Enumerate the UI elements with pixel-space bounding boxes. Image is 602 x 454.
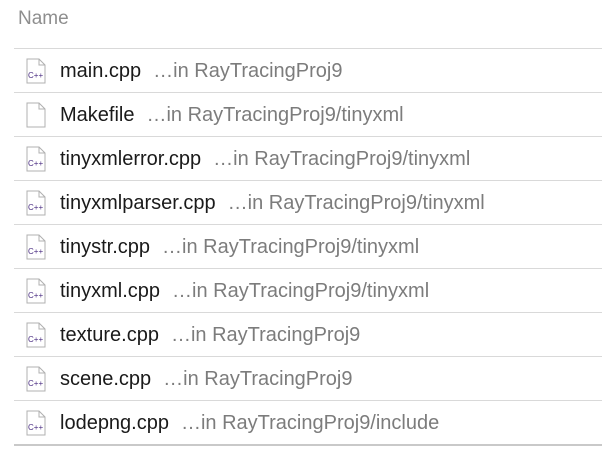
file-row-tinyxmlerror-cpp[interactable]: C++ tinyxmlerror.cpp …in RayTracingProj9… [14,137,602,181]
file-location: …in RayTracingProj9 [163,367,353,390]
cpp-file-icon: C++ [26,58,46,84]
cpp-file-icon: C++ [26,278,46,304]
file-row-tinystr-cpp[interactable]: C++ tinystr.cpp …in RayTracingProj9/tiny… [14,225,602,269]
file-list: C++ main.cpp …in RayTracingProj9 Makefil… [14,48,602,446]
svg-text:C++: C++ [28,423,43,432]
file-name: main.cpp [60,59,142,82]
plain-file-icon [26,102,46,128]
svg-text:C++: C++ [28,379,43,388]
file-row-tinyxml-cpp[interactable]: C++ tinyxml.cpp …in RayTracingProj9/tiny… [14,269,602,313]
file-name: tinyxmlparser.cpp [60,191,216,214]
file-row-scene-cpp[interactable]: C++ scene.cpp …in RayTracingProj9 [14,357,602,401]
file-location: …in RayTracingProj9/tinyxml [162,235,420,258]
cpp-file-icon: C++ [26,322,46,348]
file-row-lodepng-cpp[interactable]: C++ lodepng.cpp …in RayTracingProj9/incl… [14,401,602,446]
file-location: …in RayTracingProj9 [170,323,361,346]
cpp-file-icon: C++ [26,234,46,260]
file-row-texture-cpp[interactable]: C++ texture.cpp …in RayTracingProj9 [14,313,602,357]
file-location: …in RayTracingProj9/tinyxml [227,191,485,214]
svg-text:C++: C++ [28,335,43,344]
file-location: …in RayTracingProj9/tinyxml [146,103,404,126]
cpp-file-icon: C++ [26,410,46,436]
svg-text:C++: C++ [28,203,43,212]
file-name: texture.cpp [60,323,159,346]
svg-text:C++: C++ [28,291,43,300]
cpp-file-icon: C++ [26,190,46,216]
file-location: …in RayTracingProj9/tinyxml [213,147,471,170]
file-name: tinystr.cpp [60,235,151,258]
file-name: tinyxml.cpp [60,279,161,302]
svg-text:C++: C++ [28,159,43,168]
file-name: Makefile [60,103,135,126]
cpp-file-icon: C++ [26,146,46,172]
cpp-file-icon: C++ [26,366,46,392]
file-row-main-cpp[interactable]: C++ main.cpp …in RayTracingProj9 [14,49,602,93]
file-row-tinyxmlparser-cpp[interactable]: C++ tinyxmlparser.cpp …in RayTracingProj… [14,181,602,225]
file-location: …in RayTracingProj9/include [180,411,440,434]
name-column-header[interactable]: Name [18,7,69,31]
file-search-results: Name C++ main.cpp …in RayTracingProj9 Ma… [0,0,602,454]
file-location: …in RayTracingProj9 [153,59,343,82]
file-name: scene.cpp [60,367,152,390]
svg-text:C++: C++ [28,71,43,80]
file-location: …in RayTracingProj9/tinyxml [172,279,430,302]
svg-text:C++: C++ [28,247,43,256]
file-name: tinyxmlerror.cpp [60,147,202,170]
file-name: lodepng.cpp [60,411,169,434]
file-row-makefile[interactable]: Makefile …in RayTracingProj9/tinyxml [14,93,602,137]
